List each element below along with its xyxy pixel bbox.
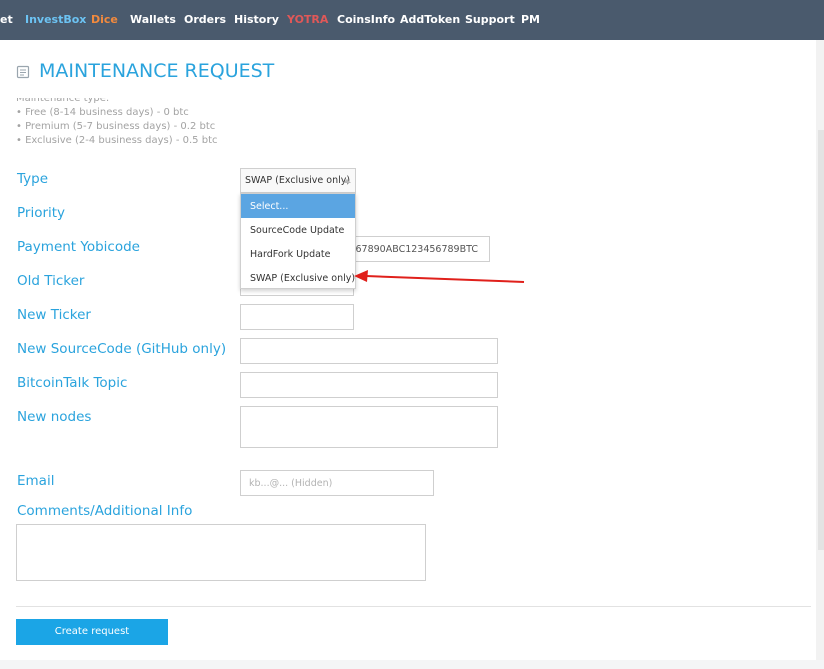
comments-label: Comments/Additional Info — [17, 503, 193, 519]
scrollbar-thumb[interactable] — [818, 130, 824, 550]
bitcointalk-topic-input[interactable] — [240, 372, 498, 398]
new-sourcecode-label: New SourceCode (GitHub only) — [17, 341, 227, 357]
email-label: Email — [17, 473, 55, 489]
nav-item-dice[interactable]: Dice — [91, 13, 118, 27]
nav-item-history[interactable]: History — [234, 13, 279, 27]
note-icon — [16, 65, 30, 79]
nav-item-yotra[interactable]: YOTRA — [287, 13, 328, 27]
nav-item-investbox[interactable]: InvestBox — [25, 13, 86, 27]
type-label: Type — [17, 171, 49, 187]
old-ticker-label: Old Ticker — [17, 273, 85, 289]
nav-item-support[interactable]: Support — [465, 13, 515, 27]
form-divider — [16, 606, 811, 607]
nav-item-market[interactable]: et — [0, 13, 13, 27]
new-ticker-input[interactable] — [240, 304, 354, 330]
annotation-arrow-icon — [354, 270, 525, 283]
type-select[interactable]: SWAP (Exclusive only) — [240, 168, 356, 193]
type-option-select[interactable]: Select... — [241, 194, 355, 218]
top-navigation-bar: et InvestBox Dice Wallets Orders History… — [0, 0, 824, 40]
type-option-sourcecode-update[interactable]: SourceCode Update — [241, 218, 355, 242]
page-title: MAINTENANCE REQUEST — [39, 60, 275, 82]
caret-up-icon — [343, 179, 351, 183]
email-input[interactable] — [240, 470, 434, 496]
nav-item-addtoken[interactable]: AddToken — [400, 13, 460, 27]
new-sourcecode-input[interactable] — [240, 338, 498, 364]
maintenance-type-free: • Free (8-14 business days) - 0 btc — [16, 107, 189, 118]
nav-item-orders[interactable]: Orders — [184, 13, 226, 27]
scroll-clip-overlay — [0, 84, 300, 98]
comments-textarea[interactable] — [16, 524, 426, 581]
type-select-value: SWAP (Exclusive only) — [245, 175, 351, 186]
new-nodes-textarea[interactable] — [240, 406, 498, 448]
nav-item-wallets[interactable]: Wallets — [130, 13, 176, 27]
nav-item-coinsinfo[interactable]: CoinsInfo — [337, 13, 395, 27]
new-ticker-label: New Ticker — [17, 307, 91, 323]
priority-label: Priority — [17, 205, 66, 221]
nav-item-pm[interactable]: PM — [521, 13, 540, 27]
create-request-button[interactable]: Create request — [16, 619, 168, 645]
bitcointalk-topic-label: BitcoinTalk Topic — [17, 375, 128, 391]
new-nodes-label: New nodes — [17, 409, 92, 425]
footer-strip — [0, 660, 824, 669]
type-dropdown-menu: Select... SourceCode Update HardFork Upd… — [240, 193, 356, 289]
type-option-hardfork-update[interactable]: HardFork Update — [241, 242, 355, 266]
payment-yobicode-label: Payment Yobicode — [17, 239, 140, 255]
maintenance-type-exclusive: • Exclusive (2-4 business days) - 0.5 bt… — [16, 135, 218, 146]
type-option-swap[interactable]: SWAP (Exclusive only) — [241, 266, 355, 290]
maintenance-type-premium: • Premium (5-7 business days) - 0.2 btc — [16, 121, 216, 132]
